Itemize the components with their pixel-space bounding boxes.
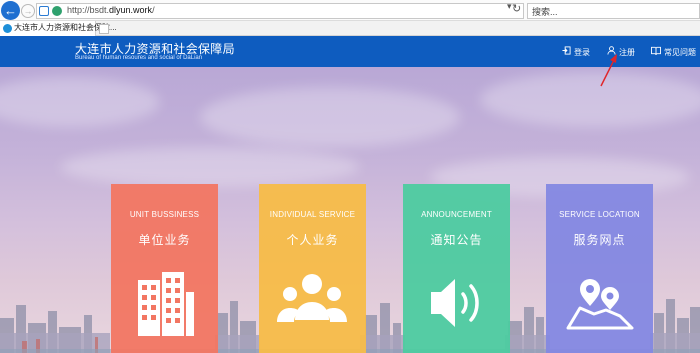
login-label: 登录 bbox=[574, 48, 590, 57]
card-chinese-title: 通知公告 bbox=[430, 233, 483, 247]
tab-close-icon[interactable]: × bbox=[87, 22, 92, 31]
faq-label: 常见问题 bbox=[664, 48, 696, 57]
url-domain: dlyun.work bbox=[109, 5, 153, 15]
card-chinese-title: 个人业务 bbox=[286, 233, 339, 247]
card-english-title: INDIVIDUAL SERVICE bbox=[269, 210, 356, 219]
card-english-title: ANNOUNCEMENT bbox=[421, 210, 492, 219]
browser-tab[interactable]: 大连市人力资源和社会保障... × bbox=[0, 21, 117, 36]
favicon-icon bbox=[3, 24, 12, 33]
card-chinese-title: 服务网点 bbox=[573, 233, 626, 247]
url-prefix: http://bsdt. bbox=[67, 5, 110, 15]
url-suffix: / bbox=[152, 5, 155, 15]
browser-address-bar: ← → http://bsdt.dlyun.work/ ▾ ↻ 搜索... bbox=[0, 0, 700, 21]
back-arrow-icon[interactable]: ← bbox=[1, 1, 20, 20]
browser-search-input[interactable]: 搜索... bbox=[527, 3, 700, 19]
site-security-icon bbox=[52, 6, 62, 16]
book-icon bbox=[651, 46, 661, 58]
map-pin-icon bbox=[566, 279, 634, 330]
card-chinese-title: 单位业务 bbox=[138, 233, 191, 247]
announcement-card[interactable]: ANNOUNCEMENT 通知公告 bbox=[403, 184, 510, 353]
url-dropdown-icon[interactable]: ▾ bbox=[507, 1, 512, 12]
speaker-icon bbox=[431, 279, 479, 327]
login-icon bbox=[561, 46, 571, 58]
register-link[interactable]: 注册 bbox=[606, 46, 635, 58]
url-field[interactable]: http://bsdt.dlyun.work/ bbox=[36, 3, 524, 19]
site-header: 大连市人力资源和社会保障局 Bureau of human resoures a… bbox=[0, 36, 700, 67]
hero-background: UNIT BUSSINESS 单位业务 INDIVIDUAL SERVICE 个… bbox=[0, 67, 700, 353]
login-link[interactable]: 登录 bbox=[561, 46, 590, 58]
register-label: 注册 bbox=[619, 48, 635, 57]
card-english-title: SERVICE LOCATION bbox=[559, 210, 640, 219]
individual-service-card[interactable]: INDIVIDUAL SERVICE 个人业务 bbox=[259, 184, 366, 353]
search-placeholder: 搜索... bbox=[532, 7, 558, 17]
cloud-decoration bbox=[0, 77, 160, 127]
refresh-icon[interactable]: ↻ bbox=[512, 2, 521, 15]
compat-view-icon[interactable] bbox=[39, 6, 49, 16]
building-icon bbox=[138, 272, 194, 336]
cloud-decoration bbox=[200, 87, 460, 147]
new-tab-button[interactable] bbox=[99, 24, 109, 34]
user-icon bbox=[606, 46, 616, 58]
people-icon bbox=[277, 274, 347, 322]
card-english-title: UNIT BUSSINESS bbox=[129, 210, 200, 219]
tab-strip: 大连市人力资源和社会保障... × bbox=[0, 21, 700, 36]
unit-business-card[interactable]: UNIT BUSSINESS 单位业务 bbox=[111, 184, 218, 353]
cloud-decoration bbox=[480, 72, 700, 127]
faq-link[interactable]: 常见问题 bbox=[651, 46, 696, 58]
site-subtitle: Bureau of human resoures and social of D… bbox=[75, 55, 203, 61]
forward-arrow-icon[interactable]: → bbox=[21, 4, 35, 18]
service-location-card[interactable]: SERVICE LOCATION 服务网点 bbox=[546, 184, 653, 353]
cloud-decoration bbox=[60, 147, 360, 187]
url-text[interactable]: http://bsdt.dlyun.work/ bbox=[67, 5, 155, 15]
